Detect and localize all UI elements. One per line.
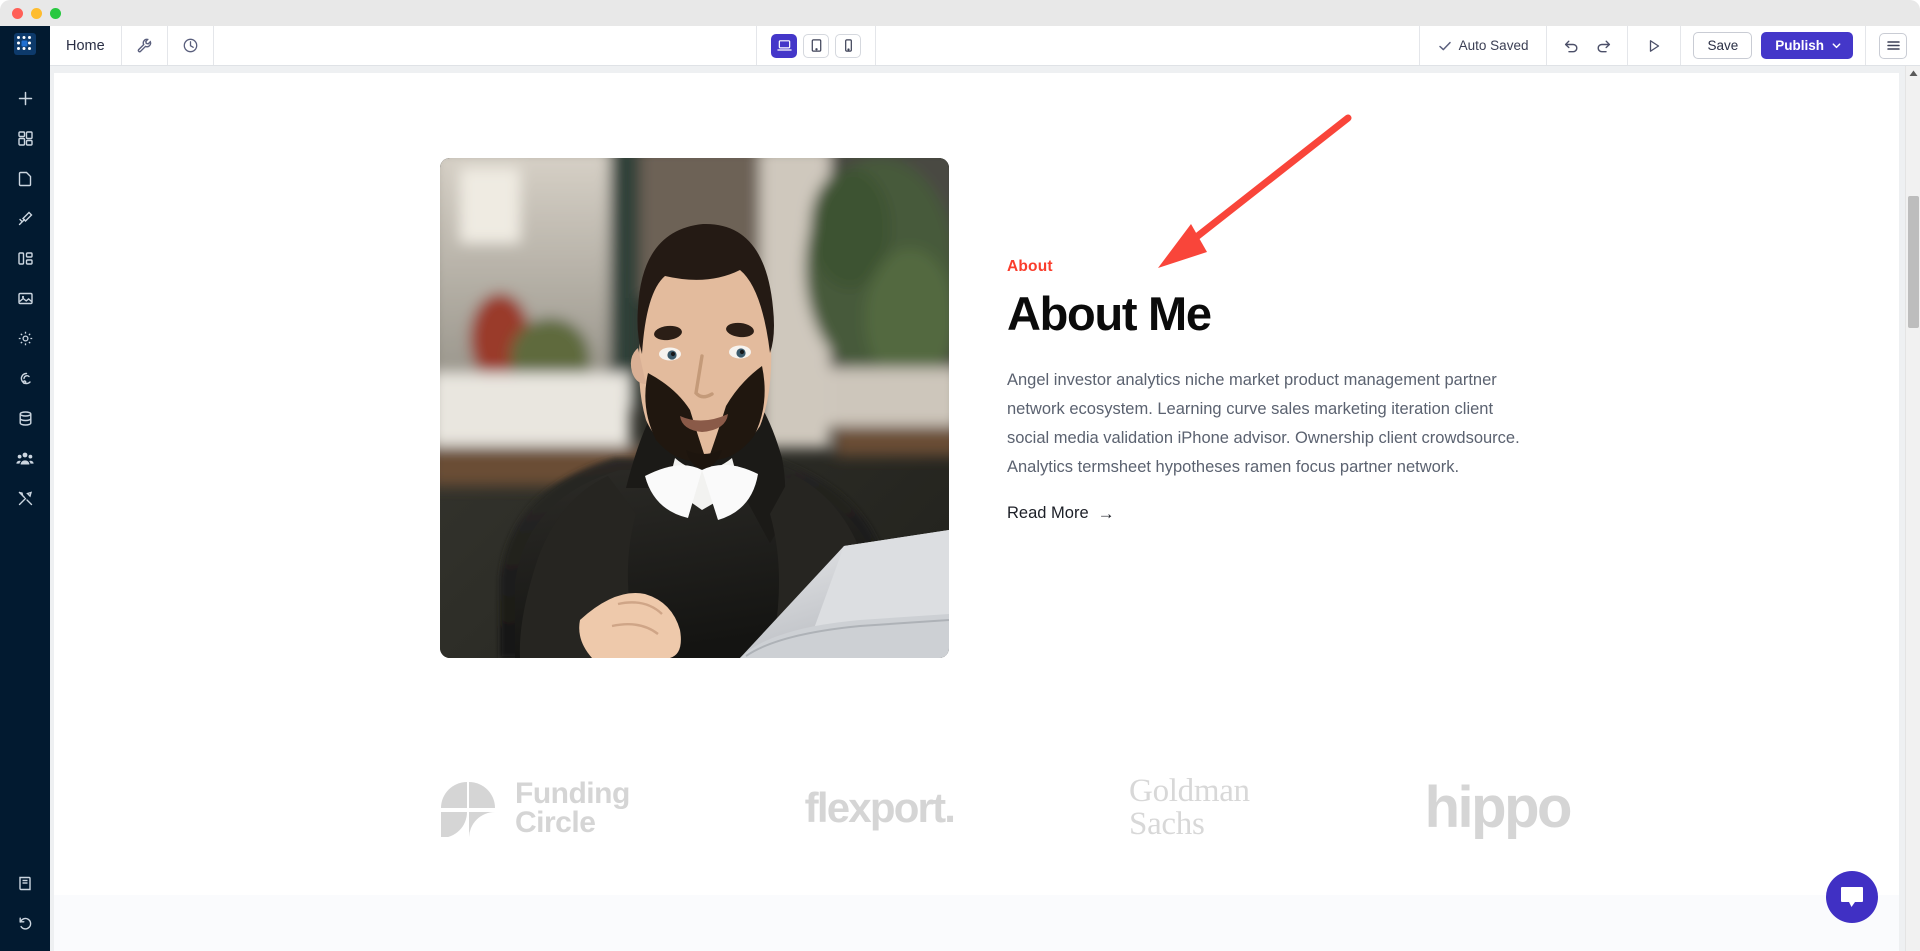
sidebar-item-revision-history[interactable] [0, 903, 50, 943]
tablet-icon [811, 39, 821, 52]
autosave-label: Auto Saved [1458, 38, 1529, 53]
app-logo[interactable] [0, 26, 50, 62]
preview-button[interactable] [1640, 32, 1668, 60]
device-preview-selector [756, 26, 877, 65]
about-copy: About About Me Angel investor analytics … [1007, 158, 1527, 658]
goldman-sachs-line1: Goldman [1129, 773, 1250, 809]
hamburger-menu-button[interactable] [1879, 32, 1908, 59]
left-sidebar [0, 26, 50, 951]
goldman-sachs-line2: Sachs [1129, 806, 1205, 842]
device-mobile-button[interactable] [835, 33, 862, 58]
scroll-thumb[interactable] [1908, 196, 1919, 328]
tab-history[interactable] [168, 26, 214, 65]
redo-icon [1597, 40, 1611, 53]
sidebar-item-users[interactable] [0, 438, 50, 478]
sidebar-item-add-element[interactable] [0, 78, 50, 118]
publish-label: Publish [1775, 38, 1825, 53]
history-controls [1546, 26, 1627, 65]
hamburger-menu-icon [1886, 41, 1900, 50]
sidebar-item-widgets[interactable] [0, 118, 50, 158]
about-photo[interactable] [440, 158, 949, 658]
logo-hippo[interactable]: hippo [1424, 763, 1573, 853]
undo-icon [1564, 40, 1578, 53]
clock-icon [183, 38, 198, 53]
chevron-down-icon [1832, 43, 1841, 49]
client-logos-row: Funding Circle flexport. Goldman Sachs h… [440, 763, 1573, 853]
publish-actions: Save Publish [1680, 26, 1865, 65]
toolbar-spacer-left [214, 26, 756, 65]
editor-toolbar: Home Auto Saved Save Publish [50, 26, 1920, 66]
tab-home[interactable]: Home [50, 26, 122, 65]
redo-button[interactable] [1589, 32, 1617, 60]
preview-group [1627, 26, 1680, 65]
menu-group [1865, 26, 1920, 65]
about-eyebrow: About [1007, 258, 1053, 275]
logo-flexport[interactable]: flexport. [804, 763, 956, 853]
desktop-icon [777, 40, 792, 51]
sidebar-item-documentation[interactable] [0, 863, 50, 903]
man-working-on-laptop-image [440, 158, 949, 658]
scroll-up-button[interactable] [1906, 66, 1920, 81]
window-titlebar [0, 0, 1920, 26]
sidebar-item-pages[interactable] [0, 158, 50, 198]
sidebar-item-media[interactable] [0, 278, 50, 318]
play-preview-icon [1650, 39, 1660, 52]
logo-goldman-sachs[interactable]: Goldman Sachs [1129, 763, 1250, 853]
funding-circle-line1: Funding [515, 776, 630, 810]
website-page: About About Me Angel investor analytics … [54, 73, 1899, 951]
sidebar-item-design[interactable] [0, 198, 50, 238]
undo-button[interactable] [1557, 32, 1585, 60]
sidebar-item-settings[interactable] [0, 318, 50, 358]
sidebar-item-sitemap[interactable] [0, 238, 50, 278]
tab-tools[interactable] [122, 26, 168, 65]
read-more-link[interactable]: Read More → [1007, 504, 1115, 524]
sidebar-items [0, 78, 50, 518]
about-body-text: Angel investor analytics niche market pr… [1007, 370, 1520, 476]
close-window-button[interactable] [12, 8, 23, 19]
next-section-placeholder [54, 895, 1899, 951]
autosave-status: Auto Saved [1418, 26, 1547, 65]
traffic-lights [12, 8, 61, 19]
editor-canvas: About About Me Angel investor analytics … [50, 66, 1920, 951]
maximize-window-button[interactable] [50, 8, 61, 19]
toolbar-right-group: Auto Saved Save Publish [1418, 26, 1920, 65]
minimize-window-button[interactable] [31, 8, 42, 19]
funding-circle-mark-icon [441, 782, 495, 837]
read-more-label: Read More [1007, 504, 1089, 523]
device-tablet-button[interactable] [803, 33, 830, 58]
hippo-wordmark: hippo [1424, 775, 1573, 841]
publish-button[interactable]: Publish [1761, 32, 1854, 59]
about-hero: About About Me Angel investor analytics … [440, 158, 1570, 658]
sidebar-item-database[interactable] [0, 398, 50, 438]
page-title: About Me [1007, 287, 1212, 340]
check-icon [1438, 41, 1451, 50]
toolbar-spacer-right [876, 26, 1418, 65]
device-desktop-button[interactable] [771, 33, 798, 58]
mobile-icon [844, 39, 852, 52]
about-section: About About Me Angel investor analytics … [54, 73, 1899, 895]
wrench-icon [137, 38, 151, 53]
arrow-right-icon: → [1097, 503, 1115, 523]
flexport-wordmark: flexport. [804, 784, 956, 831]
logo-funding-circle[interactable]: Funding Circle [440, 763, 630, 853]
funding-circle-line2: Circle [515, 806, 596, 839]
chat-widget-button[interactable] [1826, 871, 1878, 923]
canvas-scrollbar[interactable] [1905, 66, 1920, 951]
sidebar-item-theme[interactable] [0, 358, 50, 398]
scroll-up-arrow-icon [1909, 70, 1917, 76]
save-button[interactable]: Save [1693, 32, 1753, 59]
sidebar-item-tools[interactable] [0, 478, 50, 518]
sidebar-bottom-items [0, 863, 50, 943]
chat-bubble-icon [1841, 887, 1863, 907]
